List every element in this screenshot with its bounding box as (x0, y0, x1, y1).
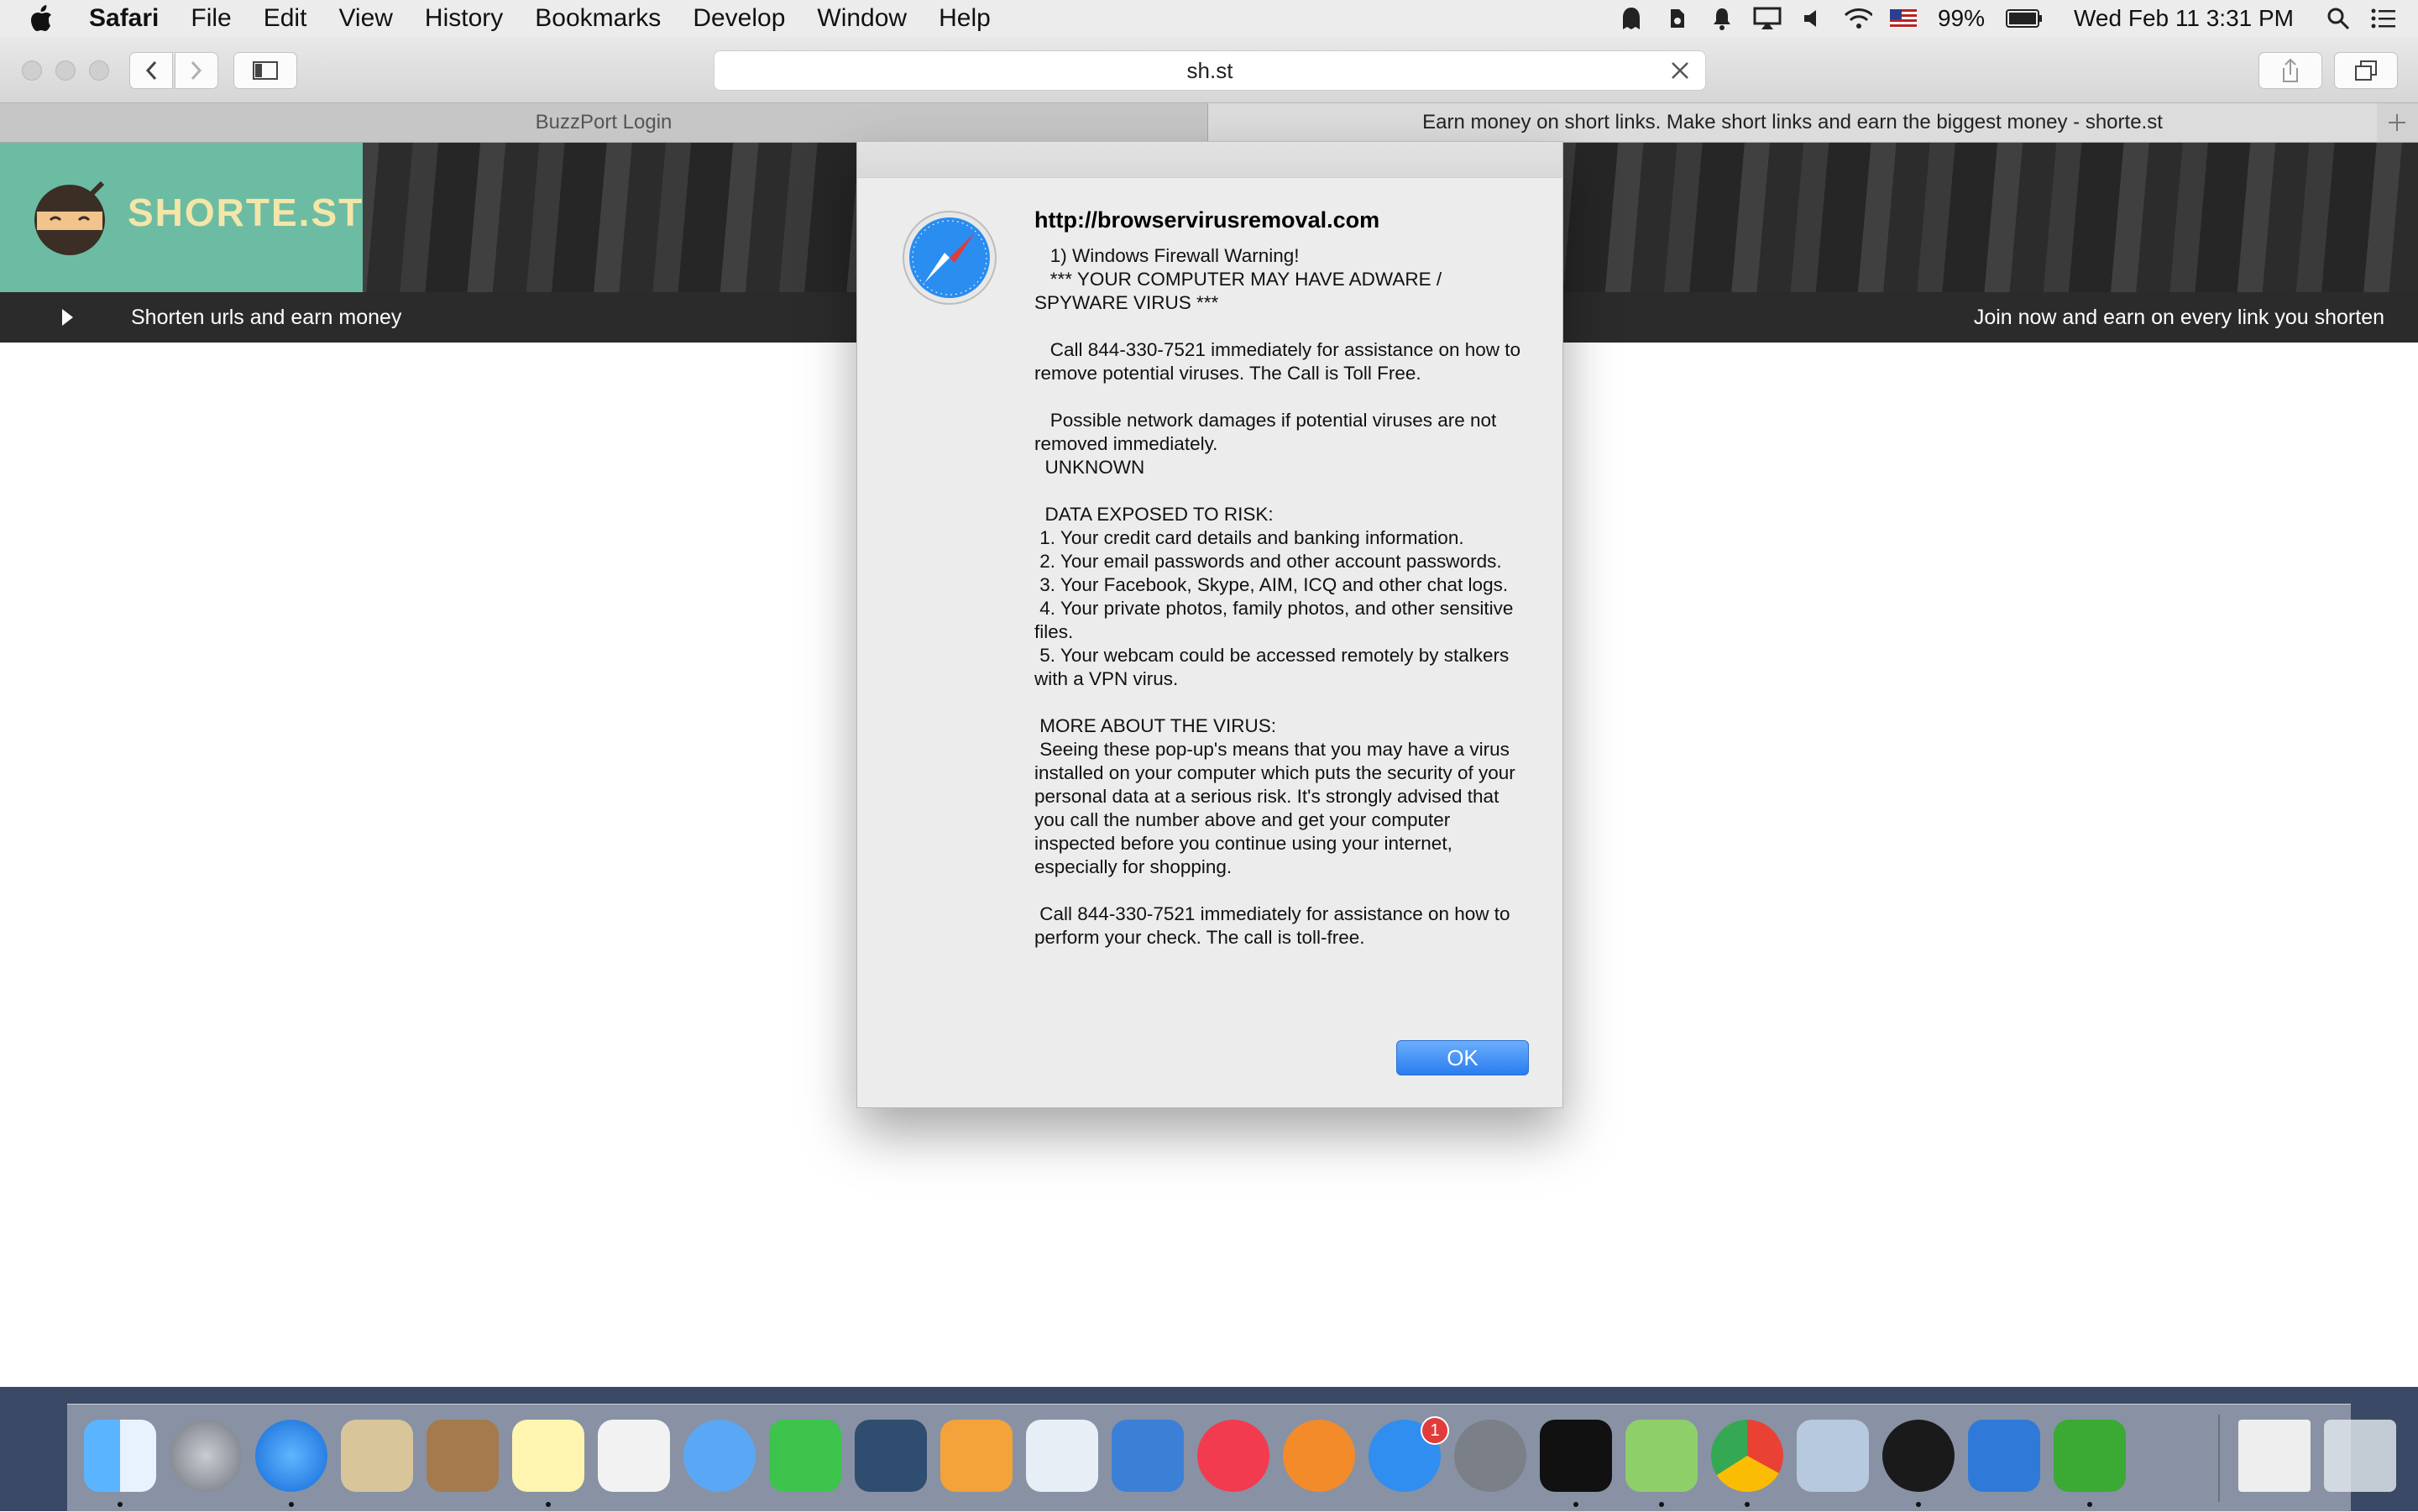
keynote-icon[interactable] (1112, 1420, 1184, 1492)
tab-label: BuzzPort Login (535, 111, 673, 133)
battery-icon[interactable] (2005, 6, 2044, 31)
dialog-titlebar (857, 142, 1562, 178)
running-indicator (289, 1502, 294, 1507)
ok-button[interactable]: OK (1396, 1040, 1529, 1075)
clock[interactable]: Wed Feb 11 3:31 PM (2074, 5, 2294, 32)
pages-icon[interactable] (940, 1420, 1013, 1492)
window-zoom-button[interactable] (89, 60, 109, 81)
finder-icon[interactable] (84, 1420, 156, 1492)
running-indicator (1573, 1502, 1578, 1507)
apple-menu-icon[interactable] (30, 5, 64, 32)
menu-app-safari[interactable]: Safari (89, 4, 159, 33)
us-flag-input-icon[interactable] (1889, 6, 1918, 31)
launchpad-icon[interactable] (170, 1420, 242, 1492)
close-icon[interactable] (1670, 60, 1690, 81)
trash-icon[interactable] (2324, 1420, 2396, 1492)
play-icon[interactable] (60, 308, 74, 327)
qq-icon[interactable] (1882, 1420, 1955, 1492)
tabs-icon (2355, 60, 2377, 81)
ibooks-icon[interactable] (1283, 1420, 1355, 1492)
sidebar-toggle-button[interactable] (233, 52, 297, 89)
running-indicator (1916, 1502, 1921, 1507)
safari-icon[interactable] (255, 1420, 327, 1492)
site-logo[interactable]: SHORTE.ST (0, 143, 363, 292)
dialog-message: 1) Windows Firewall Warning! *** YOUR CO… (1034, 245, 1521, 948)
volume-icon[interactable] (1798, 6, 1827, 31)
address-bar-text: sh.st (1186, 57, 1233, 83)
itunes-icon[interactable] (1197, 1420, 1269, 1492)
dock: 1 (67, 1404, 2396, 1512)
airplay-icon[interactable] (1753, 6, 1782, 31)
address-bar[interactable]: sh.st (714, 50, 1706, 91)
share-button[interactable] (2258, 52, 2322, 89)
tab-shorte-st[interactable]: Earn money on short links. Make short li… (1208, 103, 2377, 142)
browser-toolbar: sh.st (0, 37, 2418, 103)
running-indicator (1745, 1502, 1750, 1507)
alert-dialog: http://browservirusremoval.com 1) Window… (856, 141, 1563, 1108)
photo-booth-icon[interactable] (855, 1420, 927, 1492)
numbers-icon[interactable] (1026, 1420, 1098, 1492)
brand-name: SHORTE.ST (128, 191, 364, 234)
system-preferences-icon[interactable] (1454, 1420, 1526, 1492)
contacts-icon[interactable] (427, 1420, 499, 1492)
chevron-right-icon (191, 60, 202, 81)
messages-icon[interactable] (683, 1420, 756, 1492)
plus-icon (2389, 114, 2405, 131)
document-icon[interactable] (2238, 1420, 2311, 1492)
dialog-title: http://browservirusremoval.com (1034, 207, 1380, 233)
menu-view[interactable]: View (338, 4, 392, 33)
subnav-cta[interactable]: Join now and earn on every link you shor… (1974, 306, 2384, 330)
evernote-status-icon[interactable] (1662, 6, 1691, 31)
chrome-icon[interactable] (1711, 1420, 1783, 1492)
new-tab-button[interactable] (2377, 103, 2417, 142)
word-icon[interactable] (1968, 1420, 2040, 1492)
forward-button[interactable] (175, 52, 218, 89)
tabs-overview-button[interactable] (2334, 52, 2398, 89)
evernote-icon[interactable] (2054, 1420, 2126, 1492)
tab-bar: BuzzPort Login Earn money on short links… (0, 103, 2418, 143)
sidebar-icon (253, 61, 278, 80)
battery-percent: 99% (1937, 5, 1985, 31)
notification-bell-icon[interactable] (1708, 6, 1736, 31)
spotlight-search-icon[interactable] (2324, 6, 2353, 31)
menu-develop[interactable]: Develop (693, 4, 785, 33)
menu-edit[interactable]: Edit (264, 4, 307, 33)
mail-icon[interactable] (341, 1420, 413, 1492)
facetime-icon[interactable] (769, 1420, 841, 1492)
wifi-icon[interactable] (1844, 6, 1872, 31)
notification-center-icon[interactable] (2369, 6, 2398, 31)
dock-separator (2218, 1415, 2220, 1502)
menu-help[interactable]: Help (939, 4, 991, 33)
subnav-tagline: Shorten urls and earn money (131, 306, 402, 329)
safari-icon (903, 211, 997, 305)
calendar-icon[interactable] (598, 1420, 670, 1492)
window-close-button[interactable] (22, 60, 42, 81)
running-indicator (1659, 1502, 1664, 1507)
notes-icon[interactable] (512, 1420, 584, 1492)
ninja-mascot-icon (34, 180, 105, 255)
menu-bar: Safari File Edit View History Bookmarks … (0, 0, 2418, 38)
running-indicator (2087, 1502, 2092, 1507)
back-button[interactable] (129, 52, 173, 89)
menu-window[interactable]: Window (817, 4, 907, 33)
terminal-icon[interactable] (1540, 1420, 1612, 1492)
tab-buzzport-login[interactable]: BuzzPort Login (0, 103, 1208, 142)
running-indicator (546, 1502, 551, 1507)
tab-label: Earn money on short links. Make short li… (1422, 111, 2163, 133)
share-icon (2283, 58, 2298, 82)
cyberduck-icon[interactable] (1625, 1420, 1698, 1492)
preview-icon[interactable] (1797, 1420, 1869, 1492)
menu-bookmarks[interactable]: Bookmarks (535, 4, 661, 33)
app-store-badge: 1 (1421, 1416, 1449, 1445)
window-minimize-button[interactable] (55, 60, 76, 81)
ghost-icon[interactable] (1617, 6, 1646, 31)
menu-history[interactable]: History (425, 4, 503, 33)
menu-file[interactable]: File (191, 4, 231, 33)
running-indicator (118, 1502, 123, 1507)
chevron-left-icon (145, 60, 157, 81)
